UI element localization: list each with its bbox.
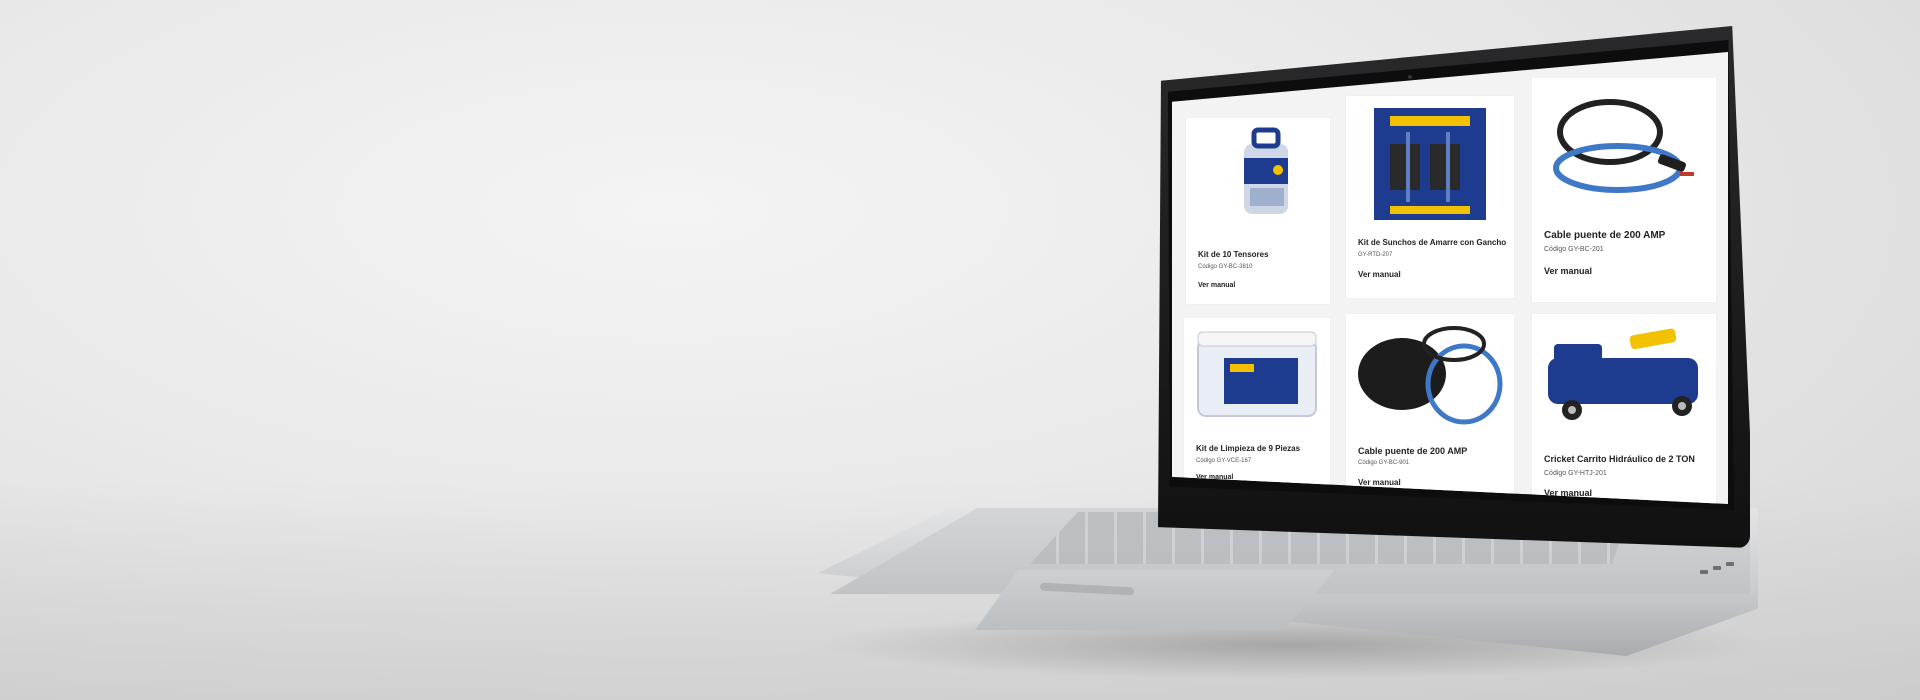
product-image [1346,96,1514,228]
product-name: Kit de Sunchos de Amarre con Gancho [1358,238,1507,247]
view-manual-link[interactable]: Ver manual [1544,266,1592,276]
product-name: Kit de Limpieza de 9 Piezas [1196,444,1301,453]
product-code: Código GY-VCE-167 [1196,458,1252,464]
laptop-mockup: Kit de 10 Tensores Código GY-BC-3810 Ver… [0,0,1920,700]
sunchos-image [1374,108,1486,220]
tensores-image [1244,127,1288,214]
product-card[interactable]: Cable puente de 200 AMP Código GY-BC-901… [1346,314,1514,500]
product-name: Cricket Carrito Hidráulico de 2 TON [1544,454,1695,464]
product-image [1186,118,1330,238]
view-manual-link[interactable]: Ver manual [1358,270,1401,279]
product-card[interactable]: Cricket Carrito Hidráulico de 2 TON Códi… [1532,314,1716,504]
product-image [1532,314,1716,440]
product-code: Código GY-HTJ-201 [1544,470,1607,477]
product-image [1532,78,1716,216]
camera-icon [1408,75,1412,79]
cleaning-kit-image [1197,331,1317,417]
hydraulic-jack-image [1548,328,1698,420]
usb-port-icon [1713,566,1721,570]
product-code: GY-RTD-207 [1358,252,1393,258]
cable-case-image [1358,326,1503,425]
product-card[interactable]: Kit de 10 Tensores Código GY-BC-3810 Ver… [1186,118,1330,304]
product-code: Código GY-BC-201 [1544,246,1604,253]
view-manual-link[interactable]: Ver manual [1358,478,1401,487]
product-image [1184,318,1330,428]
laptop-trackpad [975,570,1335,630]
product-name: Cable puente de 200 AMP [1544,230,1666,241]
usb-port-icon [1700,570,1708,574]
product-image [1346,314,1514,436]
product-grid: Kit de 10 Tensores Código GY-BC-3810 Ver… [1172,52,1728,504]
product-card[interactable]: Kit de Limpieza de 9 Piezas Código GY-VC… [1184,318,1330,498]
product-code: Código GY-BC-3810 [1198,264,1253,270]
jumper-cable-image [1553,99,1694,193]
product-code: Código GY-BC-901 [1358,460,1410,466]
product-card[interactable]: Cable puente de 200 AMP Código GY-BC-201… [1532,78,1716,302]
product-name: Kit de 10 Tensores [1198,250,1269,259]
usb-port-icon [1726,562,1734,566]
laptop-screen: Kit de 10 Tensores Código GY-BC-3810 Ver… [1172,52,1728,504]
view-manual-link[interactable]: Ver manual [1198,282,1235,289]
product-name: Cable puente de 200 AMP [1358,446,1468,456]
product-card[interactable]: Kit de Sunchos de Amarre con Gancho GY-R… [1346,96,1514,298]
